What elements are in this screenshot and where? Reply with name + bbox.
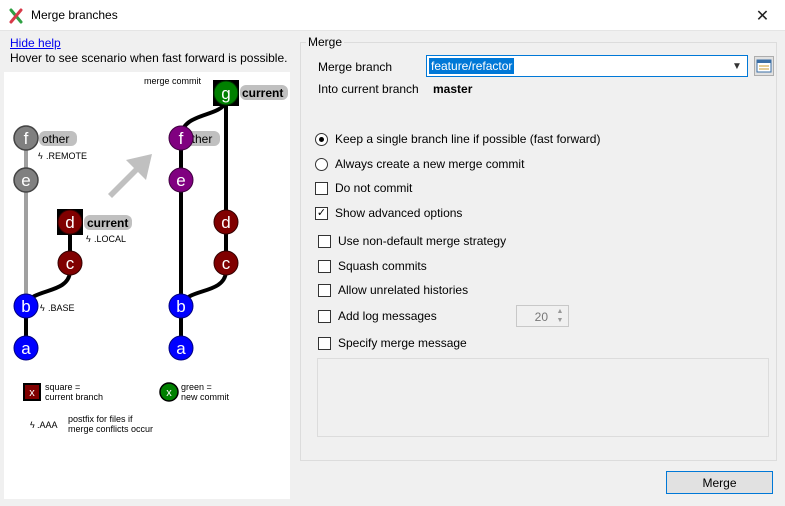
title-bar: Merge branches ✕ <box>0 0 785 31</box>
legend-postfix-code: .AAA <box>37 420 58 430</box>
legend-green-glyph: x <box>166 387 172 399</box>
lightning-icon: ϟ <box>30 420 35 430</box>
node-c-letter: c <box>66 254 75 273</box>
always-merge-radio[interactable] <box>315 157 328 171</box>
legend-square-text-1: square = <box>45 382 80 392</box>
window-title: Merge branches <box>31 8 118 22</box>
node-d-letter: d <box>65 213 74 232</box>
merge-commit-label: merge commit <box>144 76 202 86</box>
chevron-down-icon[interactable]: ▼ <box>729 57 745 75</box>
hide-help-link[interactable]: Hide help <box>10 36 61 50</box>
no-commit-checkbox[interactable] <box>315 181 328 195</box>
log-count-stepper: 20 ▲ ▼ <box>516 305 569 327</box>
advanced-options-checkbox[interactable]: ✓ <box>315 206 328 220</box>
merge-diagram: f other ϟ .REMOTE e d current ϟ .LOCAL c… <box>4 72 290 499</box>
advanced-options-option[interactable]: ✓ Show advanced options <box>315 206 462 220</box>
node-d-after-letter: d <box>221 213 230 232</box>
legend-postfix-text-1: postfix for files if <box>68 414 133 424</box>
node-e-letter: e <box>21 171 30 190</box>
merge-button-label: Merge <box>702 475 737 490</box>
node-b-letter: b <box>21 297 30 316</box>
lightning-icon: ϟ <box>86 234 91 244</box>
legend-postfix-text-2: merge conflicts occur <box>68 424 153 434</box>
log-messages-checkbox[interactable] <box>318 309 331 323</box>
legend-green-text-2: new commit <box>181 392 230 402</box>
advanced-options-label[interactable]: Show advanced options <box>335 206 462 220</box>
node-e-after-letter: e <box>176 171 185 190</box>
strategy-label[interactable]: Use non-default merge strategy <box>338 234 506 248</box>
merge-button[interactable]: Merge <box>666 471 773 494</box>
squash-checkbox[interactable] <box>318 259 331 273</box>
close-button[interactable]: ✕ <box>740 0 785 31</box>
always-merge-option[interactable]: Always create a new merge commit <box>315 157 524 171</box>
other-label: other <box>42 132 69 146</box>
strategy-checkbox[interactable] <box>318 234 331 248</box>
log-messages-label[interactable]: Add log messages <box>338 309 437 323</box>
into-branch-value: master <box>433 82 473 96</box>
stepper-buttons: ▲ ▼ <box>553 307 567 325</box>
help-hover-text: Hover to see scenario when fast forward … <box>10 51 288 65</box>
legend-square-glyph: x <box>29 387 35 399</box>
into-branch-label: Into current branch <box>318 82 419 96</box>
base-suffix: .BASE <box>48 303 75 313</box>
chevron-down-icon: ▼ <box>556 317 564 324</box>
remote-suffix: .REMOTE <box>46 151 87 161</box>
arrow-icon <box>108 154 152 198</box>
no-commit-option[interactable]: Do not commit <box>315 181 412 195</box>
fast-forward-label[interactable]: Keep a single branch line if possible (f… <box>335 132 600 146</box>
fast-forward-radio[interactable] <box>315 132 328 146</box>
node-a-letter: a <box>21 339 31 358</box>
node-f-letter: f <box>24 129 29 148</box>
node-a-after-letter: a <box>176 339 186 358</box>
merge-message-option[interactable]: Specify merge message <box>318 336 467 350</box>
branch-list-icon <box>756 59 772 73</box>
legend-square-text-2: current branch <box>45 392 103 402</box>
browse-branches-button[interactable] <box>754 56 774 76</box>
unrelated-label[interactable]: Allow unrelated histories <box>338 283 468 297</box>
unrelated-checkbox[interactable] <box>318 283 331 297</box>
no-commit-label[interactable]: Do not commit <box>335 181 412 195</box>
merge-message-label[interactable]: Specify merge message <box>338 336 467 350</box>
merge-message-checkbox[interactable] <box>318 336 331 350</box>
chevron-up-icon: ▲ <box>556 308 564 315</box>
node-b-after-letter: b <box>176 297 185 316</box>
always-merge-label[interactable]: Always create a new merge commit <box>335 157 524 171</box>
git-merge-app-icon <box>9 8 23 24</box>
merge-branch-value[interactable]: feature/refactor <box>429 58 515 74</box>
node-g-letter: g <box>221 84 230 103</box>
fast-forward-option[interactable]: Keep a single branch line if possible (f… <box>315 132 600 146</box>
unrelated-option[interactable]: Allow unrelated histories <box>318 283 468 297</box>
lightning-icon: ϟ <box>38 151 43 161</box>
log-count-value: 20 <box>534 310 548 324</box>
merge-message-textbox <box>317 358 769 437</box>
merge-diagram-svg: f other ϟ .REMOTE e d current ϟ .LOCAL c… <box>13 76 288 434</box>
local-suffix: .LOCAL <box>94 234 126 244</box>
node-c-after-letter: c <box>222 254 231 273</box>
close-icon: ✕ <box>755 7 770 25</box>
current-label-before: current <box>87 216 128 230</box>
merge-group-title: Merge <box>306 35 345 49</box>
help-panel: Hide help Hover to see scenario when fas… <box>4 33 290 499</box>
node-f-after-letter: f <box>179 129 184 148</box>
squash-label[interactable]: Squash commits <box>338 259 427 273</box>
current-label-after: current <box>242 86 283 100</box>
lightning-icon: ϟ <box>40 303 45 313</box>
log-messages-option[interactable]: Add log messages <box>318 309 437 323</box>
squash-option[interactable]: Squash commits <box>318 259 427 273</box>
merge-branch-combo[interactable]: feature/refactor ▼ <box>426 55 748 77</box>
merge-branch-label: Merge branch <box>318 60 393 74</box>
strategy-option[interactable]: Use non-default merge strategy <box>318 234 506 248</box>
legend-green-text-1: green = <box>181 382 212 392</box>
